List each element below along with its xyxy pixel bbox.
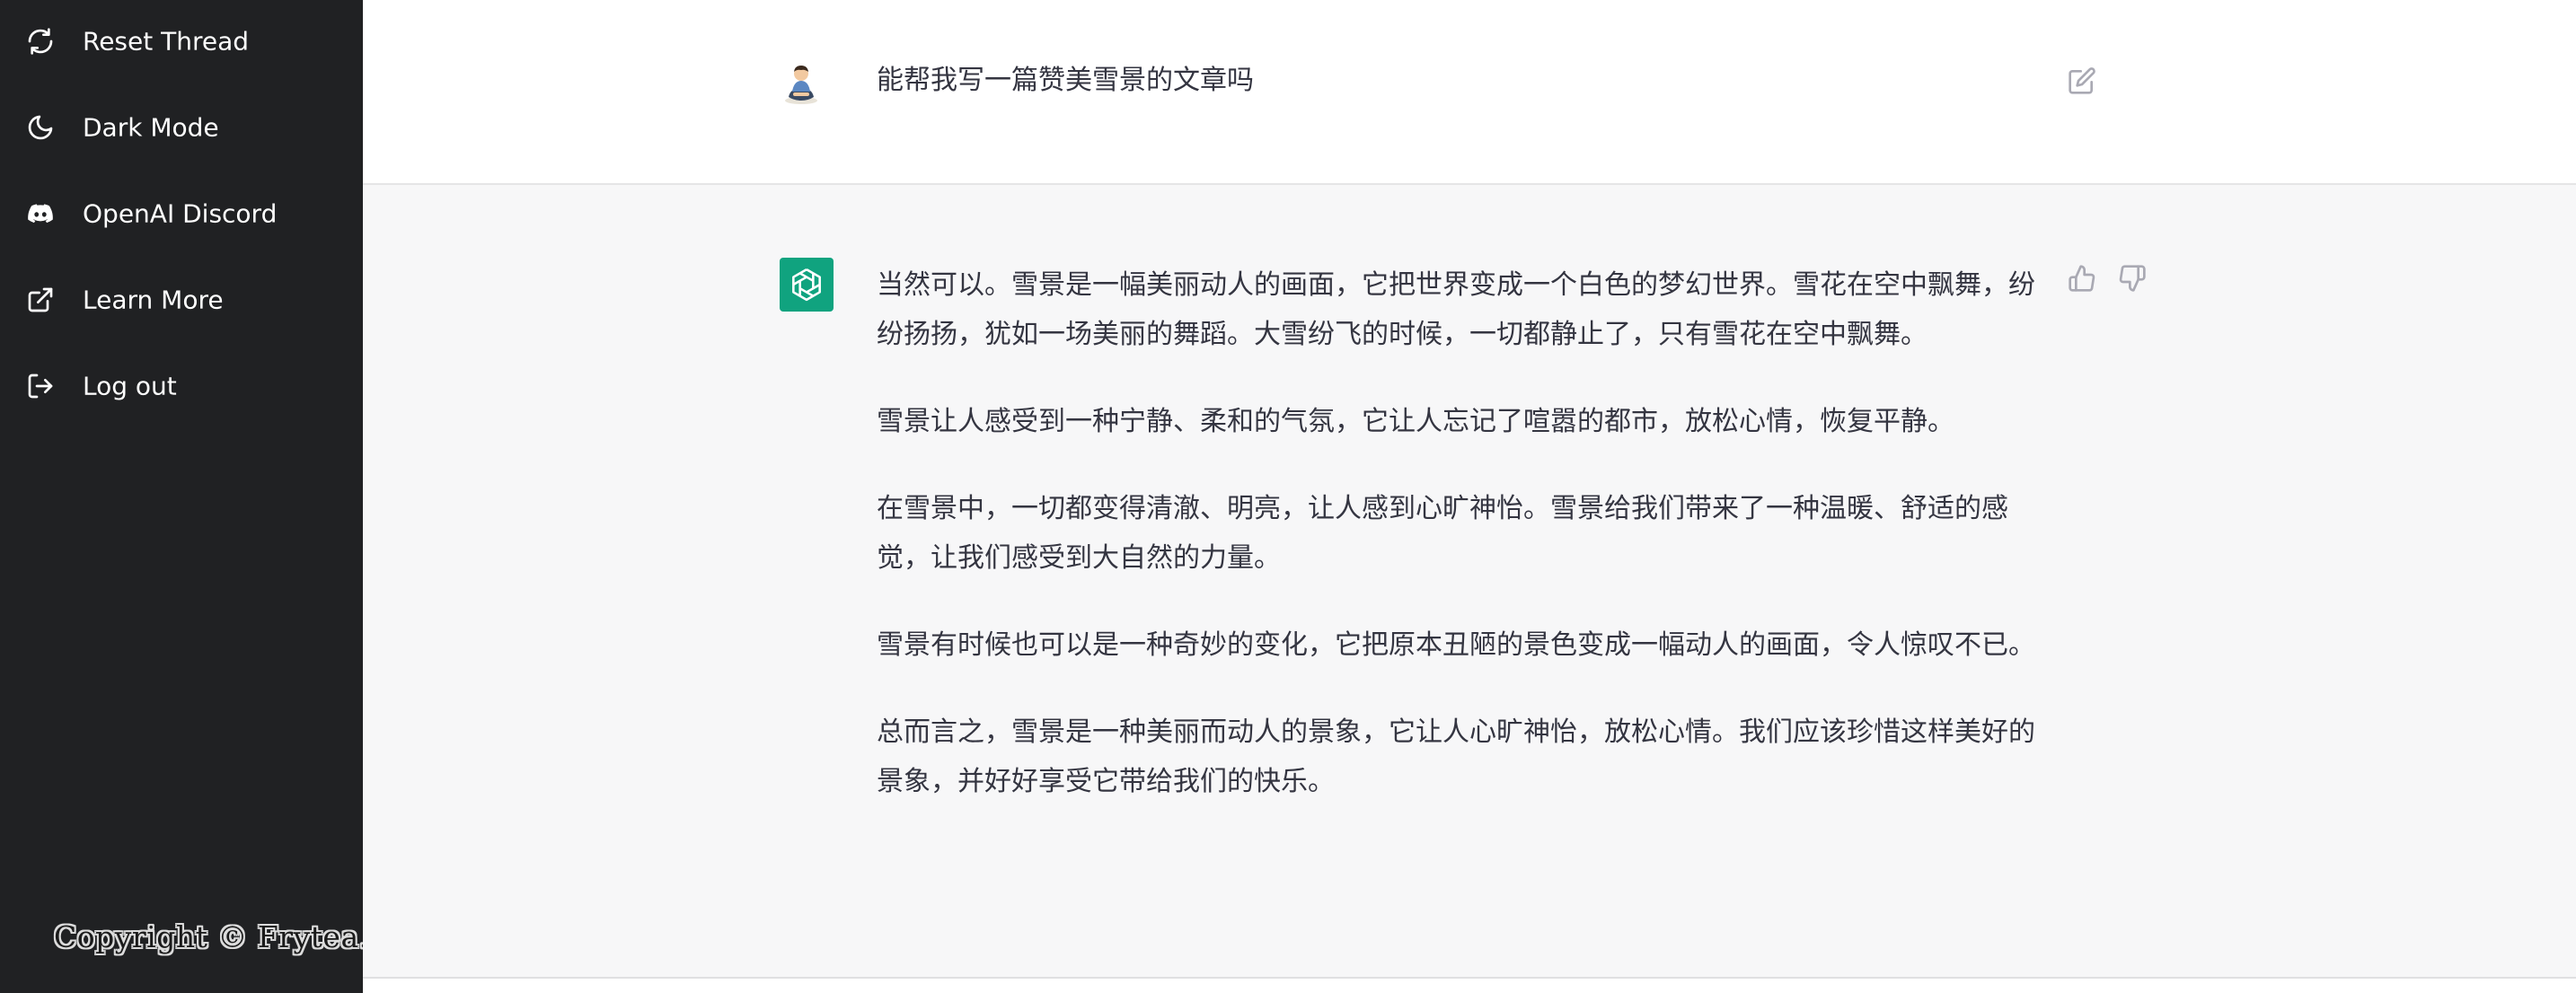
sidebar-item-log-out[interactable]: Log out	[0, 350, 363, 422]
answer-paragraph: 当然可以。雪景是一幅美丽动人的画面，它把世界变成一个白色的梦幻世界。雪花在空中飘…	[877, 269, 2035, 350]
answer-paragraph: 雪景让人感受到一种宁静、柔和的气氛，它让人忘记了喧嚣的都市，放松心情，恢复平静。	[877, 406, 1954, 437]
sidebar-item-label: Learn More	[83, 285, 224, 315]
chat-thread: 能帮我写一篇赞美雪景的文章吗 当然可以。雪景是一幅美丽动人的画面，它把世界变成一…	[363, 0, 2576, 993]
assistant-message-text: 当然可以。雪景是一幅美丽动人的画面，它把世界变成一个白色的梦幻世界。雪花在空中飘…	[877, 260, 2035, 844]
logout-icon	[25, 371, 56, 401]
answer-paragraph: 在雪景中，一切都变得清澈、明亮，让人感到心旷神怡。雪景给我们带来了一种温暖、舒适…	[877, 493, 2008, 574]
sidebar-item-label: Log out	[83, 371, 177, 401]
answer-paragraph: 总而言之，雪景是一种美丽而动人的景象，它让人心旷神怡，放松心情。我们应该珍惜这样…	[877, 716, 2035, 797]
thumbs-up-icon	[2069, 265, 2095, 292]
edit-message-button[interactable]	[2068, 66, 2098, 97]
answer-paragraph: 雪景有时候也可以是一种奇妙的变化，它把原本丑陋的景色变成一幅动人的画面，令人惊叹…	[877, 629, 2035, 661]
thumbs-down-button[interactable]	[2118, 264, 2148, 294]
refresh-icon	[25, 26, 56, 57]
sidebar-item-label: Dark Mode	[83, 112, 219, 143]
sidebar: Reset Thread Dark Mode OpenAI Discord Le…	[0, 0, 363, 993]
sidebar-item-label: OpenAI Discord	[83, 198, 278, 229]
user-message-row: 能帮我写一篇赞美雪景的文章吗	[363, 0, 2576, 185]
sidebar-item-dark-mode[interactable]: Dark Mode	[0, 92, 363, 163]
external-link-icon	[25, 285, 56, 315]
user-message-text: 能帮我写一篇赞美雪景的文章吗	[877, 65, 1254, 96]
chatgpt-logo-icon	[780, 258, 834, 312]
assistant-message-row: 当然可以。雪景是一幅美丽动人的画面，它把世界变成一个白色的梦幻世界。雪花在空中飘…	[363, 185, 2576, 979]
sidebar-item-reset-thread[interactable]: Reset Thread	[0, 5, 363, 77]
sidebar-item-label: Reset Thread	[83, 26, 250, 57]
moon-icon	[25, 112, 56, 143]
edit-icon	[2069, 67, 2095, 94]
user-avatar	[781, 61, 821, 106]
thumbs-up-button[interactable]	[2068, 264, 2098, 294]
sidebar-item-openai-discord[interactable]: OpenAI Discord	[0, 178, 363, 250]
thumbs-down-icon	[2119, 265, 2146, 292]
sidebar-item-learn-more[interactable]: Learn More	[0, 264, 363, 336]
discord-icon	[25, 198, 56, 229]
